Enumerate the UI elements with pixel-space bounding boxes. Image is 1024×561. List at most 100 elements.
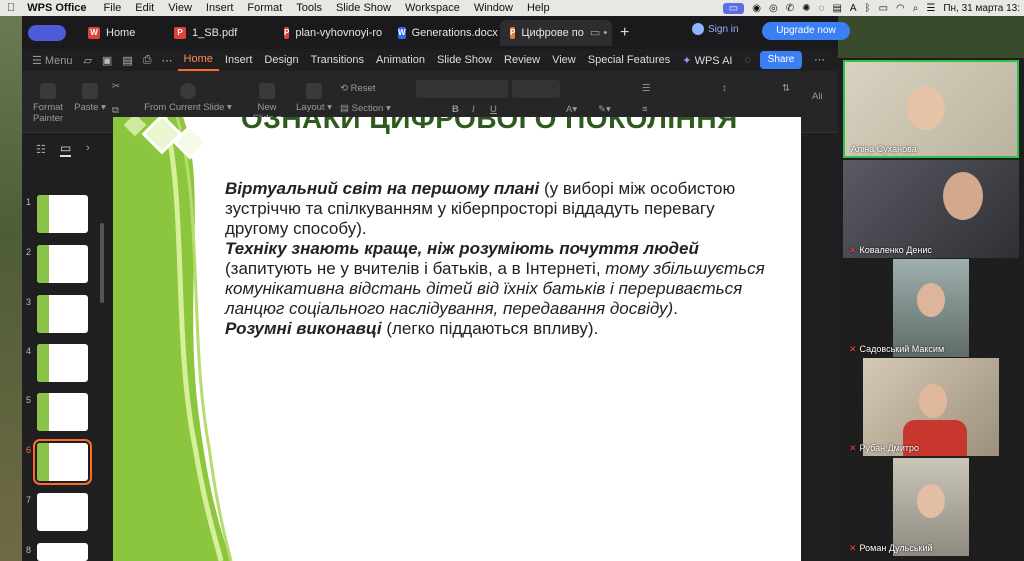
ribbon-tab-bar: ☰ Menu ▱ ▣ ▤ ⎙ ⋯ Home Insert Design Tran…: [22, 49, 838, 71]
menu-view[interactable]: View: [161, 2, 199, 14]
menu-insert[interactable]: Insert: [199, 2, 241, 14]
cut-icon[interactable]: ✂: [112, 81, 120, 92]
text-direction-icon[interactable]: ⇅: [782, 83, 790, 94]
search-icon[interactable]: ⌕: [913, 3, 919, 14]
ai-button[interactable]: Ali: [812, 91, 823, 102]
menu-workspace[interactable]: Workspace: [398, 2, 467, 14]
control-center-icon[interactable]: ☰: [926, 3, 935, 14]
tab-presentation[interactable]: P Цифрове по ▭ •: [500, 19, 612, 46]
slide-thumbnail-1[interactable]: [37, 195, 88, 233]
messenger-icon[interactable]: ◎: [769, 3, 778, 14]
menu-button[interactable]: ☰ Menu: [26, 54, 78, 67]
more-icon[interactable]: ⋯: [162, 54, 173, 67]
participant-tile-1[interactable]: Аліна Суханова: [843, 60, 1019, 158]
slide-thumbnail-5[interactable]: [37, 393, 88, 431]
viber-icon[interactable]: ✆: [786, 3, 794, 14]
slide-body-text[interactable]: Віртуальний світ на першому плані (у виб…: [225, 179, 780, 339]
open-icon[interactable]: ▱: [83, 54, 91, 67]
font-family-select[interactable]: [416, 80, 508, 98]
tab-docx[interactable]: W Generations.docx: [388, 20, 500, 46]
slide-thumbnail-6[interactable]: [33, 439, 92, 485]
italic-icon[interactable]: I: [472, 104, 475, 115]
menu-slide-show[interactable]: Slide Show: [329, 2, 398, 14]
app-menu[interactable]: WPS Office: [22, 2, 96, 14]
line-spacing-icon[interactable]: ↕: [722, 83, 727, 94]
cloud-sync-icon[interactable]: ◌: [744, 54, 751, 66]
from-current-slide-button[interactable]: From Current Slide ▾: [140, 83, 236, 113]
new-tab-icon[interactable]: +: [620, 24, 629, 42]
bold-icon[interactable]: B: [452, 104, 459, 115]
zoom-icon[interactable]: ◉: [752, 3, 761, 14]
export-icon[interactable]: ▤: [122, 54, 132, 67]
tab-ribbon-animation[interactable]: Animation: [370, 54, 431, 66]
bullets-icon[interactable]: ☰: [642, 83, 651, 94]
tab-label: 1_SB.pdf: [192, 26, 238, 39]
tab-ribbon-design[interactable]: Design: [258, 54, 304, 66]
align-left-icon[interactable]: ≡: [642, 104, 648, 115]
workspace-toggle-button[interactable]: [28, 24, 66, 41]
upgrade-button[interactable]: Upgrade now: [762, 22, 850, 40]
tab-ribbon-home[interactable]: Home: [177, 49, 219, 71]
slide-thumbnail-4[interactable]: [37, 344, 88, 382]
menu-help[interactable]: Help: [520, 2, 557, 14]
section-button[interactable]: ▤ Section ▾: [340, 103, 410, 114]
menu-tools[interactable]: Tools: [289, 2, 329, 14]
tab-ribbon-special-features[interactable]: Special Features: [582, 54, 677, 66]
tab-ribbon-view[interactable]: View: [546, 54, 582, 66]
slide-thumbnail-7[interactable]: [37, 493, 88, 531]
layout-button[interactable]: Layout ▾: [292, 83, 336, 113]
participant-tile-2[interactable]: ✕ Коваленко Денис: [843, 160, 1019, 258]
sign-in-button[interactable]: Sign in: [692, 23, 739, 35]
slide-thumbnail-2[interactable]: [37, 245, 88, 283]
menu-file[interactable]: File: [97, 2, 129, 14]
tab-pdf-plan[interactable]: P plan-vyhovnoyi-ro: [274, 20, 388, 46]
thumbnail-scrollbar[interactable]: [100, 223, 104, 303]
menu-window[interactable]: Window: [467, 2, 520, 14]
slide-editor[interactable]: ОЗНАКИ ЦИФРОВОГО ПОКОЛІННЯ Віртуальний с…: [113, 117, 801, 561]
participant-tile-3[interactable]: ✕ Садовський Максим: [843, 259, 1019, 357]
bluetooth-icon[interactable]: ᛒ: [865, 3, 871, 14]
wifi-icon[interactable]: ◠: [896, 3, 905, 14]
paste-button[interactable]: Paste ▾: [70, 83, 110, 113]
new-slide-label-1: New: [257, 102, 277, 113]
tab-home[interactable]: W Home: [78, 20, 160, 46]
slides-view-icon[interactable]: ▭: [60, 141, 72, 157]
copy-icon[interactable]: ⧉: [112, 105, 119, 116]
menu-format[interactable]: Format: [240, 2, 289, 14]
underline-icon[interactable]: U: [490, 104, 497, 115]
clock[interactable]: Пн, 31 марта 13:: [943, 3, 1020, 14]
slide-title[interactable]: ОЗНАКИ ЦИФРОВОГО ПОКОЛІННЯ: [241, 117, 738, 135]
close-tab-icon[interactable]: ▭ •: [590, 26, 607, 39]
airdrop-icon[interactable]: ◌: [819, 3, 825, 14]
slide-thumbnail-8[interactable]: [37, 543, 88, 561]
tab-ribbon-transitions[interactable]: Transitions: [305, 54, 370, 66]
section-label: Section: [351, 103, 384, 114]
format-painter-button[interactable]: Format Painter: [28, 83, 68, 124]
reset-button[interactable]: ⟲ Reset: [340, 83, 396, 94]
tab-pdf[interactable]: P 1_SB.pdf: [164, 20, 274, 46]
highlight-icon[interactable]: ✎▾: [598, 104, 611, 115]
print-icon[interactable]: ⎙: [143, 54, 152, 67]
participant-face: [919, 384, 947, 418]
screen-share-icon[interactable]: ▭: [722, 2, 745, 14]
tab-ribbon-wps-ai[interactable]: ✦ WPS AI: [676, 54, 738, 67]
tab-ribbon-review[interactable]: Review: [498, 54, 546, 66]
clipboard-icon[interactable]: ▤: [832, 3, 841, 14]
outline-view-icon[interactable]: ☷: [36, 143, 46, 156]
tab-ribbon-slide-show[interactable]: Slide Show: [431, 54, 498, 66]
slide-thumbnail-3[interactable]: [37, 295, 88, 333]
participant-tile-4[interactable]: ✕ Рубан Дмитро: [843, 358, 1019, 456]
font-size-select[interactable]: [512, 80, 560, 98]
input-source-icon[interactable]: A: [850, 3, 857, 14]
menu-edit[interactable]: Edit: [128, 2, 161, 14]
font-color-icon[interactable]: A▾: [566, 104, 577, 115]
participant-tile-5[interactable]: ✕ Роман Дульський: [843, 458, 1019, 556]
apple-icon[interactable]: : [0, 2, 22, 14]
save-icon[interactable]: ▣: [102, 54, 112, 67]
brightness-icon[interactable]: ✺: [802, 3, 810, 14]
more-options-icon[interactable]: ⋯: [814, 53, 825, 66]
tab-ribbon-insert[interactable]: Insert: [219, 54, 259, 66]
battery-icon[interactable]: ▭: [879, 3, 888, 14]
collapse-pane-icon[interactable]: ›: [86, 142, 90, 154]
share-button[interactable]: Share: [760, 51, 802, 69]
